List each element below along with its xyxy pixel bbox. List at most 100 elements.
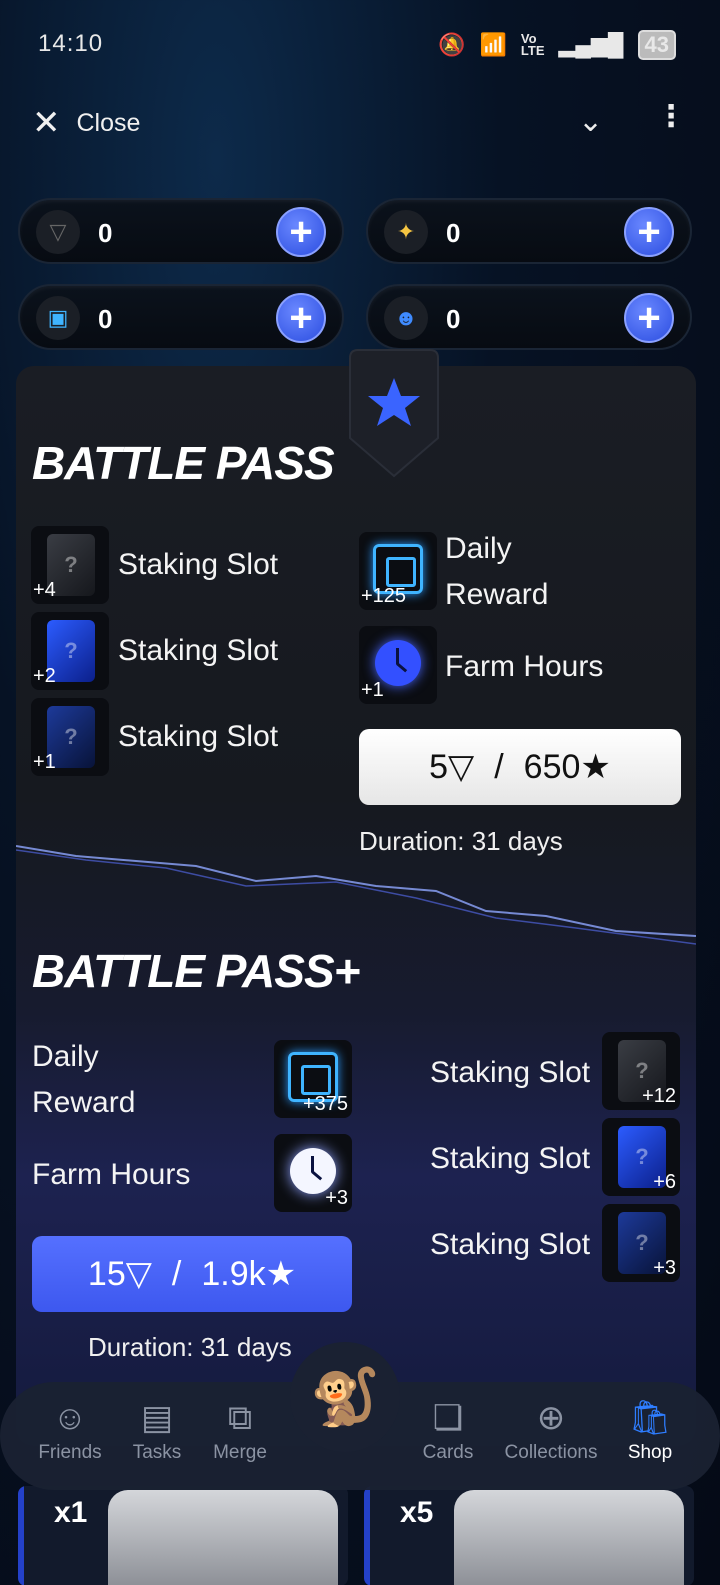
reward-label: Daily Reward xyxy=(445,526,548,618)
add-gorilla-button[interactable]: + xyxy=(624,293,674,343)
reward-label-line: Reward xyxy=(32,1086,136,1119)
reward-label: Staking Slot xyxy=(430,1142,591,1175)
price-ton: 15▽ xyxy=(88,1254,152,1294)
cards-icon: ❏ xyxy=(432,1399,464,1437)
chevron-down-icon[interactable]: ⌄ xyxy=(578,104,603,139)
reward-qty: +1 xyxy=(33,751,56,773)
status-time: 14:10 xyxy=(38,30,104,57)
nav-merge[interactable]: ⧉ Merge xyxy=(190,1394,290,1464)
close-icon: ✕ xyxy=(32,104,61,142)
battle-pass-plus-duration: Duration: 31 days xyxy=(88,1332,292,1362)
reward-label: Staking Slot xyxy=(430,1056,591,1089)
reward-label: Staking Slot xyxy=(118,634,279,667)
reward-label: Farm Hours xyxy=(32,1158,191,1191)
nav-label: Shop xyxy=(627,1442,673,1463)
reward-qty: +6 xyxy=(653,1171,676,1193)
battle-pass-title: BATTLE PASS xyxy=(32,437,335,489)
currency-pill-ton: ▽ 0 + xyxy=(18,198,344,264)
reward-label: Staking Slot xyxy=(430,1228,591,1261)
nav-cards[interactable]: ❏ Cards xyxy=(398,1394,498,1464)
add-ton-button[interactable]: + xyxy=(276,207,326,257)
reward-qty: +4 xyxy=(33,579,56,601)
gorilla-icon: ☻ xyxy=(384,296,428,340)
reward-qty: +3 xyxy=(325,1187,348,1209)
status-icons: 🔕 📶 Vo LTE ▂▄▆█ 43 xyxy=(438,30,676,60)
chip-icon: +125 xyxy=(359,532,437,610)
signal-icon: ▂▄▆█ xyxy=(558,32,624,57)
star-icon: ★ xyxy=(580,748,611,786)
price-stars-value: 650 xyxy=(523,748,581,786)
battle-pass-duration: Duration: 31 days xyxy=(359,826,563,856)
merge-icon: ⧉ xyxy=(227,1399,253,1437)
reward-qty: +375 xyxy=(302,1093,348,1115)
shopping-bag-icon: 🛍 xyxy=(628,1399,672,1437)
battery-icon: 43 xyxy=(637,30,676,60)
pack-multiplier: x5 xyxy=(400,1496,434,1529)
battle-pass-panel: BATTLE PASS ? +4 Staking Slot ? +2 Staki… xyxy=(16,366,696,1446)
stars-icon: ✦ xyxy=(384,210,428,254)
nav-shop[interactable]: 🛍 Shop xyxy=(600,1394,700,1464)
currency-value: 0 xyxy=(98,218,113,248)
monkey-banana-icon: 🐒 xyxy=(310,1365,380,1428)
grey-card-pack-icon: ? +4 xyxy=(31,526,109,604)
price-ton: 5▽ xyxy=(429,747,474,787)
buy-battle-pass-button[interactable]: 5▽ / 650★ xyxy=(359,729,681,805)
nav-friends[interactable]: ☺ Friends xyxy=(20,1394,120,1464)
blue-card-pack-icon: ? +6 xyxy=(602,1118,680,1196)
close-button[interactable]: ✕ Close xyxy=(32,106,140,140)
pack-card-x5[interactable]: x5 xyxy=(364,1486,694,1585)
price-stars-value: 1.9k xyxy=(201,1255,266,1293)
reward-label-line: Daily xyxy=(32,1040,99,1073)
nav-label: Tasks xyxy=(132,1442,182,1463)
blue-card-pack-icon: ? +2 xyxy=(31,612,109,690)
reward-label: Staking Slot xyxy=(118,548,279,581)
reward-label-line: Reward xyxy=(445,578,549,611)
wifi-icon: 📶 xyxy=(479,32,507,57)
currency-value: 0 xyxy=(446,304,461,334)
pack-card-x1[interactable]: x1 xyxy=(18,1486,348,1585)
add-chip-button[interactable]: + xyxy=(276,293,326,343)
reward-qty: +12 xyxy=(642,1085,676,1107)
dark-blue-card-pack-icon: ? +3 xyxy=(602,1204,680,1282)
clock-icon: +1 xyxy=(359,626,437,704)
currency-pill-chip: ▣ 0 + xyxy=(18,284,344,350)
reward-label: Staking Slot xyxy=(118,720,279,753)
ton-icon: ▽ xyxy=(36,210,80,254)
reward-qty: +1 xyxy=(361,679,384,701)
close-label: Close xyxy=(76,108,141,137)
nav-collections[interactable]: ⊕ Collections xyxy=(490,1394,612,1464)
price-separator: / xyxy=(171,1254,182,1293)
dark-blue-card-pack-icon: ? +1 xyxy=(31,698,109,776)
price-stars: 1.9k★ xyxy=(201,1254,296,1294)
reward-qty: +125 xyxy=(361,585,407,607)
add-stars-button[interactable]: + xyxy=(624,207,674,257)
status-bar: 14:10 🔕 📶 Vo LTE ▂▄▆█ 43 xyxy=(0,0,720,90)
price-separator: / xyxy=(494,747,504,786)
volte-icon: Vo LTE xyxy=(520,31,545,58)
nav-label: Cards xyxy=(422,1442,474,1463)
battle-pass-plus-title: BATTLE PASS+ xyxy=(32,945,360,997)
more-options-icon[interactable]: ⋮ xyxy=(656,102,686,132)
nav-label: Merge xyxy=(213,1442,267,1463)
mute-icon: 🔕 xyxy=(438,32,466,57)
nav-label: Friends xyxy=(38,1442,102,1463)
chip-icon: ▣ xyxy=(36,296,80,340)
grey-card-pack-icon: ? +12 xyxy=(602,1032,680,1110)
reward-qty: +2 xyxy=(33,665,56,687)
star-badge-icon xyxy=(349,349,439,478)
reward-label-line: Daily xyxy=(445,532,512,565)
home-mascot-button[interactable]: 🐒 xyxy=(290,1342,400,1452)
star-icon: ★ xyxy=(265,1255,297,1293)
currency-value: 0 xyxy=(446,218,461,248)
pack-bag-image xyxy=(454,1490,684,1585)
price-stars: 650★ xyxy=(524,747,611,787)
top-bar: ✕ Close ⌄ ⋮ xyxy=(0,100,720,150)
reward-label: Farm Hours xyxy=(445,650,604,683)
reward-qty: +3 xyxy=(653,1257,676,1279)
plus-circle-icon: ⊕ xyxy=(536,1399,566,1437)
chip-icon: +375 xyxy=(274,1040,352,1118)
price-ton-value: 5 xyxy=(429,748,449,786)
buy-battle-pass-plus-button[interactable]: 15▽ / 1.9k★ xyxy=(32,1236,352,1312)
currency-value: 0 xyxy=(98,304,113,334)
currency-pill-stars: ✦ 0 + xyxy=(366,198,692,264)
